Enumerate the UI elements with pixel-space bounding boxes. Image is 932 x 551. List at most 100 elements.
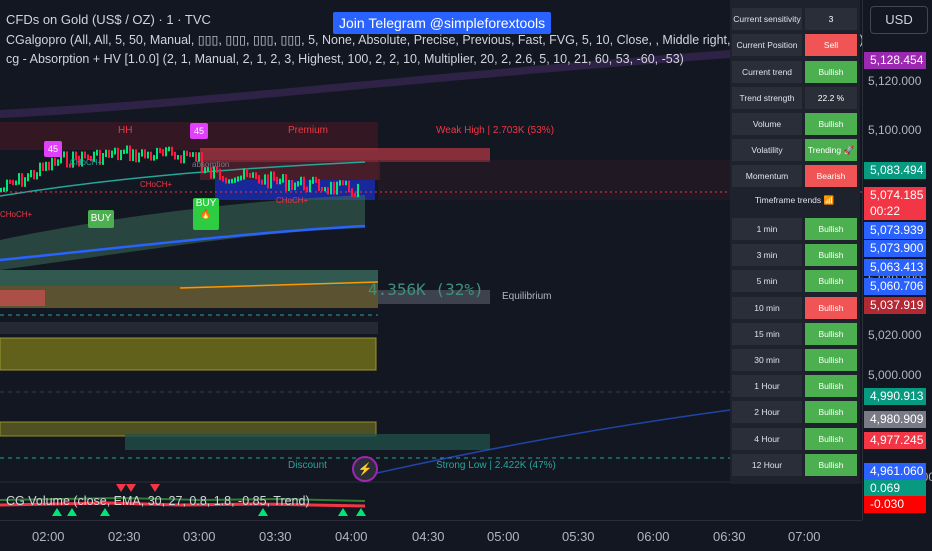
flame-icon: 🔥 — [200, 209, 212, 219]
time-axis[interactable]: 02:00 02:30 03:00 03:30 04:00 04:30 05:00 05:30… — [0, 520, 862, 551]
candle — [306, 186, 308, 193]
buy-signal-left[interactable]: BUY — [88, 210, 114, 228]
table-row-label: Momentum — [732, 165, 802, 187]
badge-45-left[interactable]: 45 — [44, 141, 62, 157]
price-tag: 00:22 — [864, 203, 926, 220]
timeframe-row-value: Bullish — [805, 218, 857, 240]
candle — [336, 181, 338, 195]
candle — [33, 169, 35, 180]
table-row: Volatility Trending 🚀 — [730, 135, 860, 161]
candle — [123, 149, 125, 154]
timeframe-row-value: Bullish — [805, 244, 857, 267]
candle — [357, 183, 359, 198]
choch-label-1: CHoCH+ — [70, 158, 103, 167]
candle — [27, 173, 29, 182]
price-tag: 5,128.454 — [864, 52, 926, 69]
symbol-title[interactable]: CFDs on Gold (US$ / OZ) · 1 · TVC — [6, 12, 211, 27]
table-row-value: 3 — [805, 8, 857, 30]
timeframe-row-value: Bullish — [805, 270, 857, 293]
candle — [297, 181, 299, 187]
timeframe-row-value: Bullish — [805, 349, 857, 371]
candle — [333, 181, 335, 195]
candle — [18, 173, 20, 185]
timeframe-row-value: Bullish — [805, 453, 857, 476]
indicator-legend-2[interactable]: cg - Absorption + HV [1.0.0] (2, 1, Manu… — [6, 52, 684, 66]
candle — [120, 149, 122, 161]
price-tag: 5,037.919 — [864, 297, 926, 314]
candle — [6, 179, 8, 192]
candle — [258, 175, 260, 184]
timeframe-row: 10 min Bullish — [730, 293, 860, 319]
candle — [294, 182, 296, 191]
discount-zone — [125, 434, 490, 450]
time-label: 04:00 — [335, 529, 368, 544]
timeframe-row: 15 min Bullish — [730, 319, 860, 345]
currency-button[interactable]: USD — [870, 6, 928, 34]
candle — [30, 169, 32, 178]
price-tag: 4,961.060 — [864, 463, 926, 480]
table-row-label: Volume — [732, 113, 802, 135]
green-cloud — [0, 195, 365, 270]
buy-signal-right[interactable]: BUY 🔥 — [193, 198, 219, 230]
table-row-label: Current sensitivity — [732, 8, 802, 30]
candle — [150, 151, 152, 161]
timeframe-row-label: 12 Hour — [732, 453, 802, 476]
candle — [327, 187, 329, 195]
candle — [237, 176, 239, 182]
choch-label-2: CHoCH+ — [140, 180, 173, 189]
price-tag: 5,074.185 — [864, 187, 926, 204]
candle — [42, 162, 44, 171]
table-row-value: Sell — [805, 34, 857, 56]
table-row-value: Bearish — [805, 165, 857, 187]
candle — [165, 147, 167, 157]
candle — [285, 174, 287, 192]
time-label: 07:00 — [788, 529, 821, 544]
price-tag: 5,083.494 — [864, 162, 926, 179]
candle — [126, 145, 128, 154]
dark-zone — [0, 322, 378, 334]
candle — [171, 146, 173, 156]
time-label: 02:00 — [32, 529, 65, 544]
price-label: 5,020.000 — [868, 328, 922, 342]
candle — [57, 159, 59, 166]
timeframe-row: 3 min Bullish — [730, 240, 860, 267]
candle — [15, 180, 17, 186]
price-tag: 5,063.413 — [864, 259, 926, 276]
time-label: 04:30 — [412, 529, 445, 544]
table-row-value: Bullish — [805, 61, 857, 83]
telegram-banner[interactable]: Join Telegram @simpleforextools — [333, 12, 552, 34]
candle — [141, 149, 143, 157]
price-tag: 5,060.706 — [864, 278, 926, 295]
premium-label: Premium — [288, 125, 329, 136]
candle — [117, 147, 119, 161]
candle — [318, 178, 320, 192]
hh-label: HH — [118, 125, 133, 136]
candle — [267, 174, 269, 189]
table-row: Trend strength 22.2 % — [730, 83, 860, 109]
badge-45-right[interactable]: 45 — [190, 123, 208, 139]
candle — [330, 181, 332, 195]
lightning-icon[interactable]: ⚡ — [352, 456, 378, 482]
candle — [219, 168, 221, 181]
candle — [339, 180, 341, 186]
equilibrium-label: Equilibrium — [502, 291, 552, 302]
price-tag: 4,977.245 — [864, 432, 926, 449]
table-row: Volume Bullish — [730, 109, 860, 135]
candle — [54, 157, 56, 166]
timeframe-row-value: Bullish — [805, 296, 857, 319]
table-row-label: Volatility — [732, 139, 802, 161]
candle — [189, 152, 191, 157]
candle — [192, 152, 194, 157]
candle — [309, 179, 311, 193]
candle — [48, 161, 50, 171]
timeframe-row: 5 min Bullish — [730, 266, 860, 293]
table-row-label: Trend strength — [732, 87, 802, 109]
candle — [261, 179, 263, 185]
oscillator-legend[interactable]: CG Volume (close, EMA, 30, 27, 0.8, 1.8,… — [6, 494, 310, 508]
candle — [291, 179, 293, 191]
timeframe-row: 4 Hour Bullish — [730, 424, 860, 450]
price-label: 5,000.000 — [868, 368, 922, 382]
time-label: 02:30 — [108, 529, 141, 544]
volume-percent-label: 4.356K (32%) — [368, 280, 484, 299]
discount-zone-yellow — [0, 421, 377, 437]
